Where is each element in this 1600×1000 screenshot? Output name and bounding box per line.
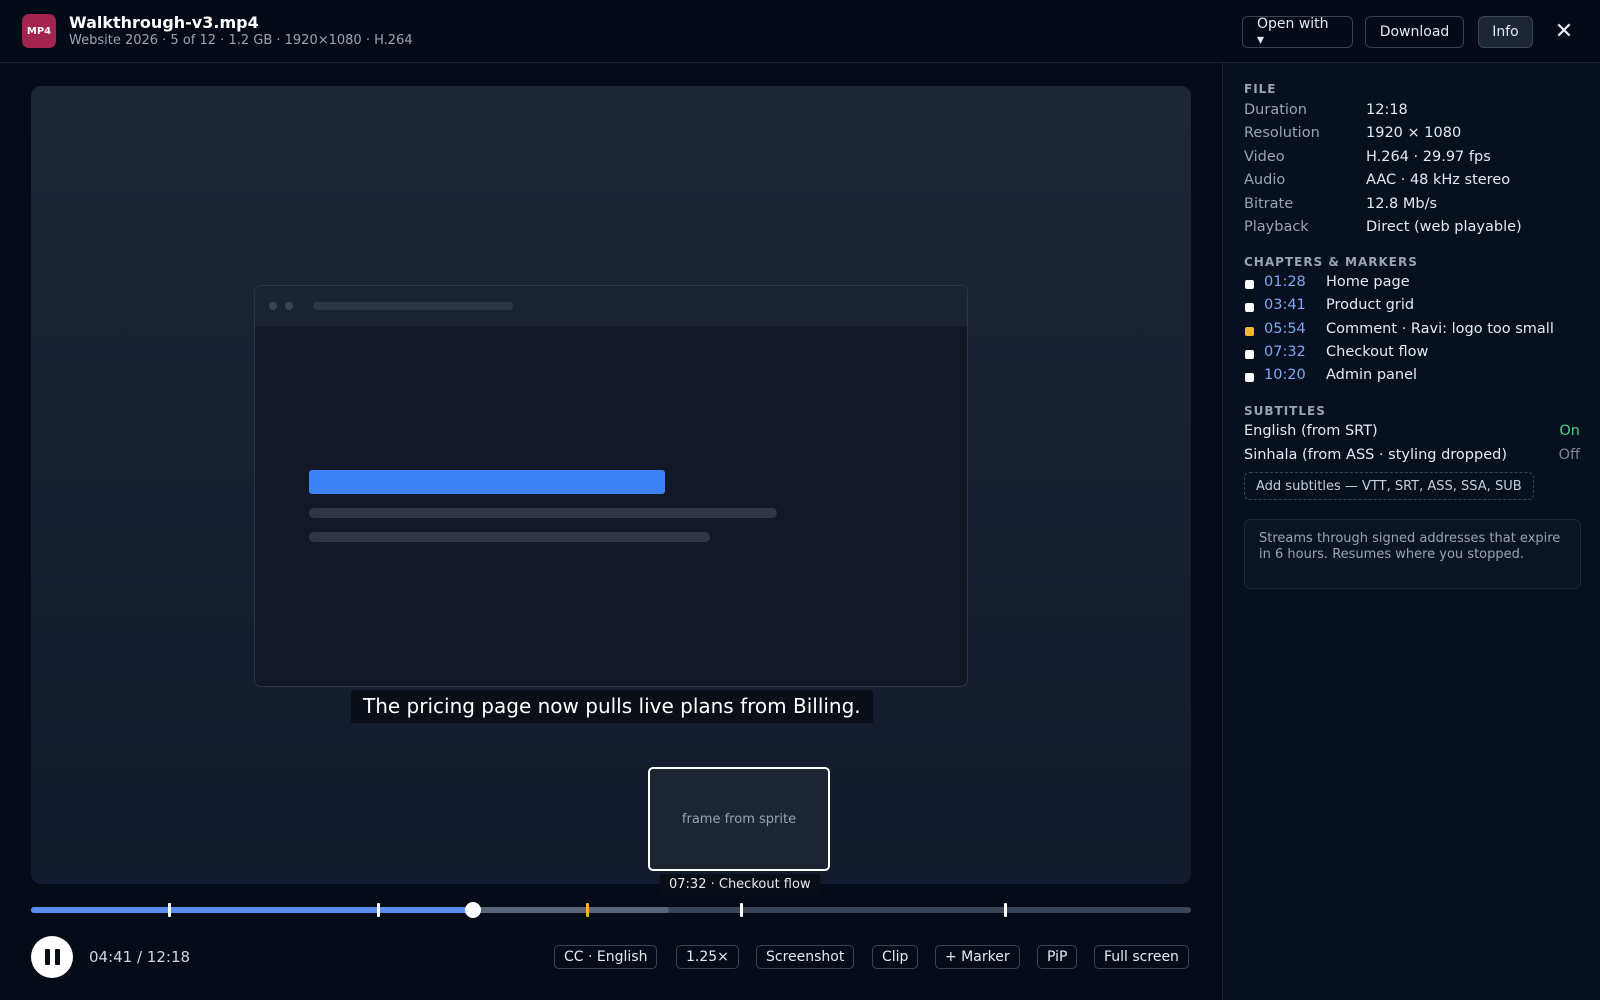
chapter-dot [1245, 303, 1254, 312]
seek-bar[interactable] [31, 902, 1191, 918]
mock-window-dot [285, 302, 293, 310]
subtitle-caption: The pricing page now pulls live plans fr… [351, 690, 873, 723]
chapter-label: Home page [1326, 274, 1410, 290]
scrub-preview-thumbnail: frame from sprite [648, 767, 830, 871]
chapter-label: Admin panel [1326, 367, 1418, 383]
seek-handle[interactable] [464, 902, 481, 918]
timeline-chapter-marker[interactable] [1004, 903, 1008, 917]
chapter-time-link[interactable]: 03:41 [1264, 297, 1306, 313]
info-button[interactable]: Info [1478, 16, 1533, 48]
file-name: Walkthrough-v3.mp4 [69, 13, 259, 32]
prop-value-duration: 12:18 [1366, 102, 1408, 118]
captions-button[interactable]: CC · English [554, 945, 658, 969]
prop-key-duration: Duration [1244, 102, 1307, 118]
prop-value-playback: Direct (web playable) [1366, 219, 1522, 235]
subtitle-track-toggle[interactable]: Off [1559, 447, 1580, 463]
chapter-dot [1245, 373, 1254, 382]
chapter-time-link[interactable]: 05:54 [1264, 321, 1306, 337]
prop-value-bitrate: 12.8 Mb/s [1366, 196, 1438, 212]
pause-icon [44, 949, 50, 965]
close-icon[interactable]: ✕ [1551, 18, 1577, 44]
video-viewport[interactable] [31, 86, 1191, 884]
timeline-comment-marker[interactable] [585, 903, 589, 917]
playback-speed-button[interactable]: 1.25× [676, 945, 739, 969]
file-meta: Website 2026 · 5 of 12 · 1.2 GB · 1920×1… [69, 33, 413, 48]
chapter-label: Checkout flow [1326, 344, 1429, 360]
file-type-badge: MP4 [22, 14, 56, 48]
mock-window-dot [269, 302, 277, 310]
mock-content-heading [309, 470, 665, 494]
time-readout: 04:41 / 12:18 [89, 948, 191, 966]
prop-value-video: H.264 · 29.97 fps [1366, 149, 1491, 165]
mock-content-line [309, 532, 710, 542]
download-button[interactable]: Download [1365, 16, 1464, 48]
prop-key-audio: Audio [1244, 172, 1286, 188]
pause-icon-bar [54, 949, 60, 965]
timeline-chapter-marker[interactable] [376, 903, 380, 917]
chapter-label: Product grid [1326, 297, 1415, 313]
subtitle-track-toggle[interactable]: On [1559, 423, 1580, 439]
prop-key-bitrate: Bitrate [1244, 196, 1294, 212]
scrub-preview-caption: 07:32 · Checkout flow [660, 874, 820, 896]
file-section-title: FILE [1244, 82, 1277, 96]
seek-bar-played [31, 907, 473, 913]
pause-button[interactable] [31, 936, 73, 978]
prop-key-video: Video [1244, 149, 1285, 165]
timeline-chapter-marker[interactable] [167, 903, 171, 917]
prop-value-resolution: 1920 × 1080 [1366, 125, 1462, 141]
timeline-chapter-marker[interactable] [739, 903, 743, 917]
subtitle-track-name[interactable]: English (from SRT) [1244, 423, 1378, 439]
prop-value-audio: AAC · 48 kHz stereo [1366, 172, 1511, 188]
prop-key-resolution: Resolution [1244, 125, 1320, 141]
chapter-time-link[interactable]: 07:32 [1264, 344, 1306, 360]
comment-label: Comment · Ravi: logo too small [1326, 321, 1554, 337]
mock-titlebar [255, 286, 967, 326]
subtitles-section-title: SUBTITLES [1244, 404, 1326, 418]
subtitle-track-name[interactable]: Sinhala (from ASS · styling dropped) [1244, 447, 1507, 463]
open-with-button[interactable]: Open with ▾ [1242, 16, 1353, 48]
top-bar: MP4 Walkthrough-v3.mp4 Website 2026 · 5 … [0, 0, 1600, 63]
video-content-mock-window [254, 285, 968, 687]
add-marker-button[interactable]: + Marker [935, 945, 1020, 969]
prop-key-playback: Playback [1244, 219, 1309, 235]
fullscreen-button[interactable]: Full screen [1094, 945, 1189, 969]
streaming-note: Streams through signed addresses that ex… [1244, 519, 1581, 589]
chapters-section-title: CHAPTERS & MARKERS [1244, 255, 1418, 269]
chapter-time-link[interactable]: 01:28 [1264, 274, 1306, 290]
info-panel: FILE Duration 12:18 Resolution 1920 × 10… [1222, 63, 1600, 1000]
pip-button[interactable]: PiP [1037, 945, 1078, 969]
clip-button[interactable]: Clip [872, 945, 919, 969]
add-subtitles-button[interactable]: Add subtitles — VTT, SRT, ASS, SSA, SUB [1244, 472, 1534, 500]
comment-marker-dot [1245, 327, 1254, 336]
chapter-time-link[interactable]: 10:20 [1264, 367, 1306, 383]
chapter-dot [1245, 350, 1254, 359]
mock-content-line [309, 508, 777, 518]
mock-url-bar [313, 302, 513, 310]
chapter-dot [1245, 280, 1254, 289]
screenshot-button[interactable]: Screenshot [756, 945, 855, 969]
